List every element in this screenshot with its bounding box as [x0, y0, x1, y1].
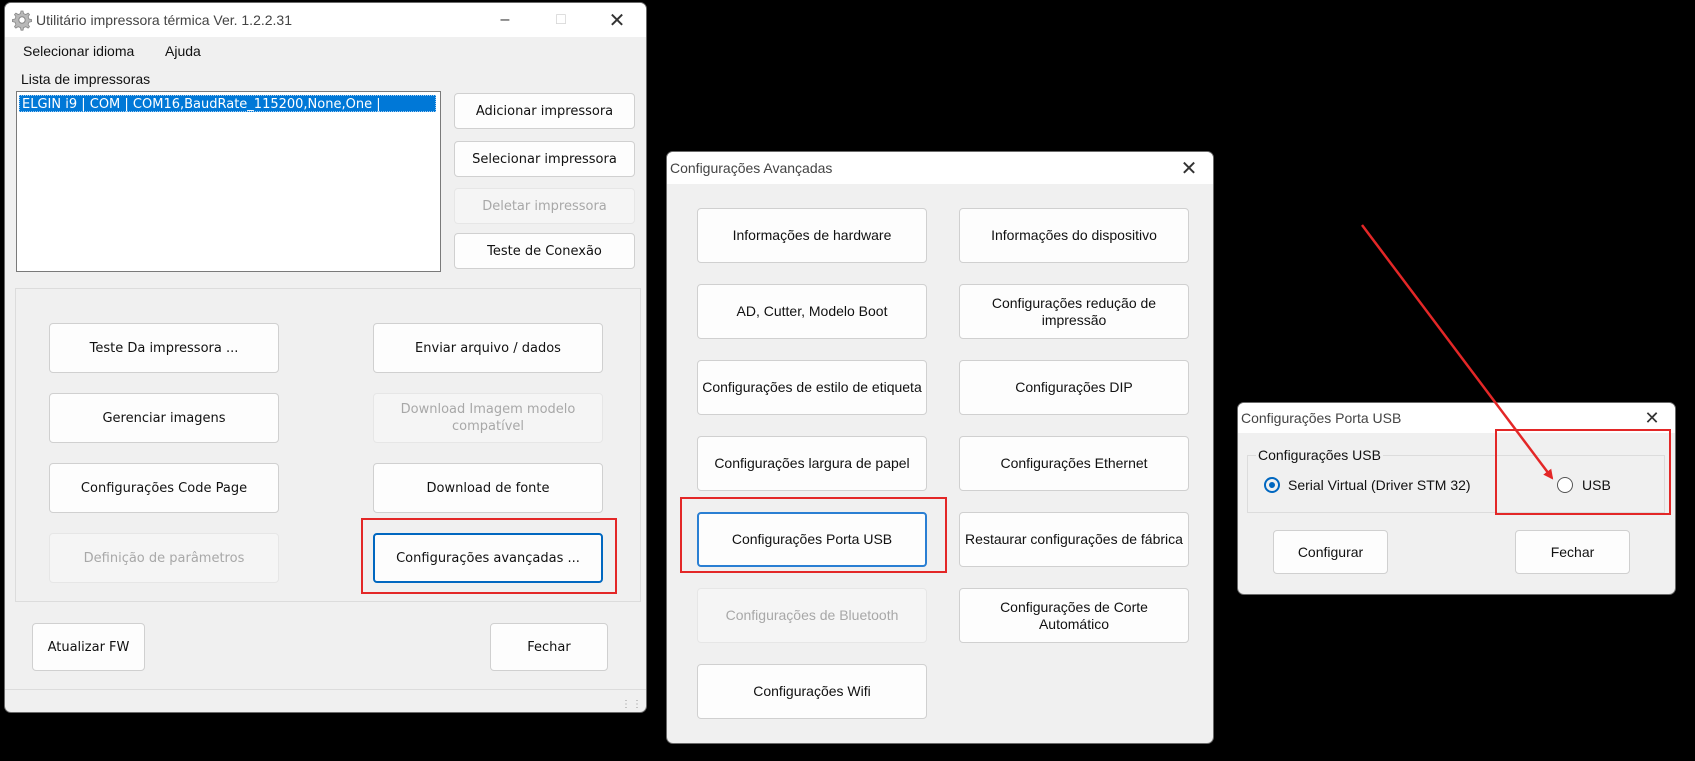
- print-reduction-button[interactable]: Configurações redução de impressão: [959, 284, 1189, 339]
- ad-cutter-button[interactable]: AD, Cutter, Modelo Boot: [697, 284, 927, 339]
- ethernet-button[interactable]: Configurações Ethernet: [959, 436, 1189, 491]
- hardware-info-button[interactable]: Informações de hardware: [697, 208, 927, 263]
- wifi-button[interactable]: Configurações Wifi: [697, 664, 927, 719]
- radio-checked-icon: [1264, 477, 1280, 493]
- test-connection-button[interactable]: Teste de Conexão: [454, 233, 635, 269]
- printer-list-label: Lista de impressoras: [21, 71, 151, 87]
- auto-cut-button[interactable]: Configurações de Corte Automático: [959, 588, 1189, 643]
- status-bar: [5, 689, 646, 712]
- send-file-button[interactable]: Enviar arquivo / dados: [373, 323, 603, 373]
- advanced-window-title: Configurações Avançadas: [670, 160, 833, 176]
- parameters-button[interactable]: Definição de parâmetros: [49, 533, 279, 583]
- select-printer-button[interactable]: Selecionar impressora: [454, 141, 635, 177]
- app-gear-icon: [10, 9, 32, 34]
- test-printer-button[interactable]: Teste Da impressora ...: [49, 323, 279, 373]
- device-info-button[interactable]: Informações do dispositivo: [959, 208, 1189, 263]
- highlight-usb-port-button: [680, 497, 947, 573]
- advanced-titlebar[interactable]: Configurações Avançadas ✕: [667, 152, 1213, 184]
- close-icon[interactable]: ✕: [595, 7, 639, 33]
- radio-serial-label: Serial Virtual (Driver STM 32): [1288, 477, 1471, 493]
- resize-grip-icon[interactable]: ⋮⋮: [621, 700, 643, 710]
- usb-close-button[interactable]: Fechar: [1515, 530, 1630, 574]
- label-style-button[interactable]: Configurações de estilo de etiqueta: [697, 360, 927, 415]
- factory-reset-button[interactable]: Restaurar configurações de fábrica: [959, 512, 1189, 567]
- code-page-button[interactable]: Configurações Code Page: [49, 463, 279, 513]
- radio-serial-virtual[interactable]: Serial Virtual (Driver STM 32): [1264, 477, 1471, 493]
- menu-select-language[interactable]: Selecionar idioma: [23, 43, 134, 59]
- main-window: Utilitário impressora térmica Ver. 1.2.2…: [4, 2, 647, 713]
- manage-images-button[interactable]: Gerenciar imagens: [49, 393, 279, 443]
- usb-close-icon[interactable]: ✕: [1630, 405, 1674, 431]
- printer-list-item[interactable]: ELGIN i9 | COM | COM16,BaudRate_115200,N…: [19, 95, 436, 112]
- configure-button[interactable]: Configurar: [1273, 530, 1388, 574]
- update-fw-button[interactable]: Atualizar FW: [32, 623, 145, 671]
- menu-help[interactable]: Ajuda: [165, 43, 201, 59]
- paper-width-button[interactable]: Configurações largura de papel: [697, 436, 927, 491]
- download-font-button[interactable]: Download de fonte: [373, 463, 603, 513]
- highlight-usb-radio: [1495, 429, 1671, 515]
- dip-button[interactable]: Configurações DIP: [959, 360, 1189, 415]
- add-printer-button[interactable]: Adicionar impressora: [454, 93, 635, 129]
- bluetooth-button[interactable]: Configurações de Bluetooth: [697, 588, 927, 643]
- delete-printer-button[interactable]: Deletar impressora: [454, 188, 635, 224]
- advanced-window: Configurações Avançadas ✕ Informações de…: [666, 151, 1214, 744]
- usb-window-title: Configurações Porta USB: [1241, 410, 1402, 426]
- maximize-icon[interactable]: □: [539, 7, 583, 33]
- usb-group-label: Configurações USB: [1256, 447, 1383, 463]
- highlight-advanced-button: [361, 518, 617, 594]
- minimize-icon[interactable]: –: [483, 7, 527, 33]
- download-image-model-button[interactable]: Download Imagem modelo compatível: [373, 393, 603, 443]
- printer-listbox[interactable]: ELGIN i9 | COM | COM16,BaudRate_115200,N…: [16, 91, 441, 272]
- advanced-close-icon[interactable]: ✕: [1167, 155, 1211, 181]
- main-titlebar[interactable]: Utilitário impressora térmica Ver. 1.2.2…: [5, 3, 646, 37]
- main-window-title: Utilitário impressora térmica Ver. 1.2.2…: [36, 12, 292, 28]
- main-close-button[interactable]: Fechar: [490, 623, 608, 671]
